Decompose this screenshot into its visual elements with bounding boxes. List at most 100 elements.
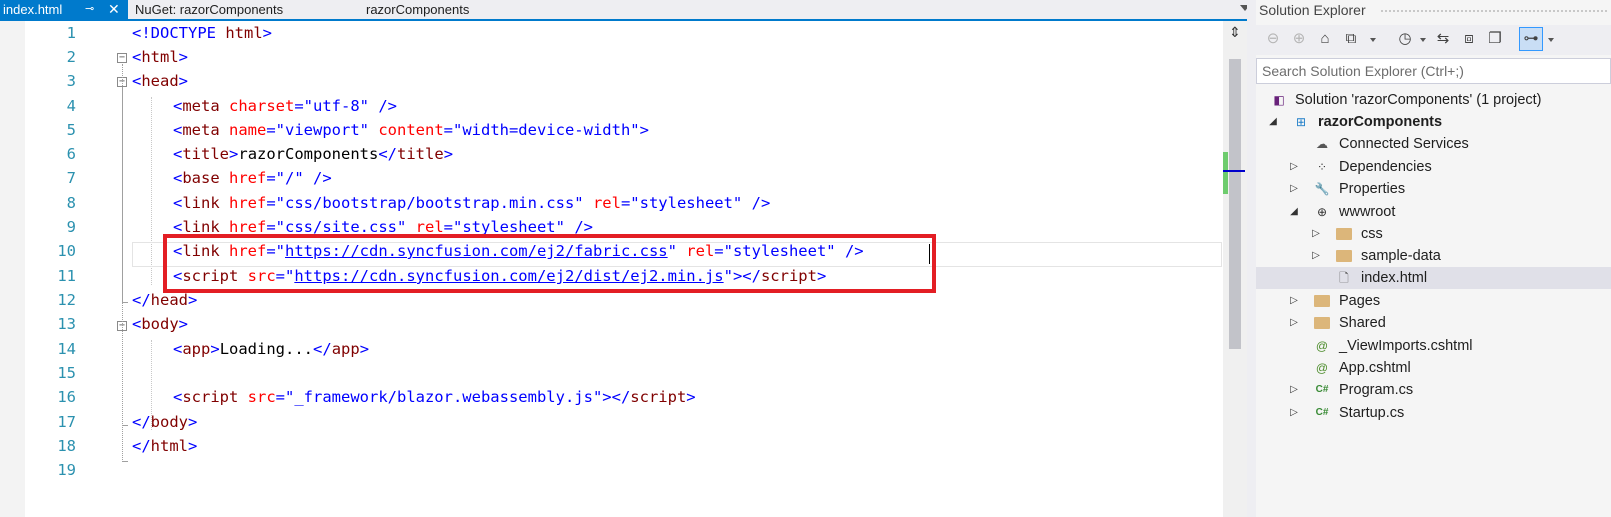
dependencies-icon: ⁘ xyxy=(1316,160,1328,174)
razor-file-icon: @ xyxy=(1315,339,1329,353)
expanded-arrow-icon[interactable]: ◢ xyxy=(1288,201,1300,223)
code-line-2: <html> xyxy=(132,48,189,66)
folder-icon xyxy=(1314,315,1330,331)
tree-item-startup-cs[interactable]: ▷ C# Startup.cs xyxy=(1256,402,1611,424)
panel-title: Solution Explorer xyxy=(1259,2,1366,18)
collapsed-arrow-icon[interactable]: ▷ xyxy=(1310,245,1322,267)
tree-item-program-cs[interactable]: ▷ C# Program.cs xyxy=(1256,379,1611,401)
code-line-4: <meta charset="utf-8" /> xyxy=(173,97,397,115)
tree-item-css[interactable]: ▷ css xyxy=(1256,223,1611,245)
caret-position-marker xyxy=(1223,170,1245,172)
csharp-file-icon: C# xyxy=(1315,384,1329,395)
tree-item-sample-data[interactable]: ▷ sample-data xyxy=(1256,245,1611,267)
panel-splitter[interactable] xyxy=(1247,0,1256,517)
panel-grip[interactable] xyxy=(1380,9,1608,13)
web-project-icon: ⊞ xyxy=(1295,115,1307,129)
collapsed-arrow-icon[interactable]: ▷ xyxy=(1288,178,1300,200)
expanded-arrow-icon[interactable]: ◢ xyxy=(1267,111,1279,133)
code-line-16: <script src="_framework/blazor.webassemb… xyxy=(173,388,696,406)
chevron-down-icon[interactable] xyxy=(1420,38,1426,42)
collapsed-arrow-icon[interactable]: ▷ xyxy=(1288,156,1300,178)
collapsed-arrow-icon[interactable]: ▷ xyxy=(1310,223,1322,245)
line-number: 12 xyxy=(57,291,76,309)
folder-icon xyxy=(1336,226,1352,242)
tree-item-pages[interactable]: ▷ Pages xyxy=(1256,290,1611,312)
tree-item-solution[interactable]: ◧ Solution 'razorComponents' (1 project) xyxy=(1256,89,1611,111)
tab-nuget[interactable]: NuGet: razorComponents razorComponents xyxy=(133,0,469,19)
properties-glyph-icon: ⊶ xyxy=(1523,30,1539,47)
tree-item-viewimports[interactable]: @ _ViewImports.cshtml xyxy=(1256,335,1611,357)
show-all-files-icon[interactable]: ❐ xyxy=(1484,28,1506,50)
folder-icon xyxy=(1336,248,1352,264)
line-number: 17 xyxy=(57,413,76,431)
line-number: 11 xyxy=(57,267,76,285)
split-window-icon[interactable]: ⇕ xyxy=(1227,24,1243,42)
line-number: 14 xyxy=(57,340,76,358)
tab-project-label: razorComponents xyxy=(366,2,470,17)
razor-file-icon: @ xyxy=(1315,361,1329,375)
line-number: 15 xyxy=(57,364,76,382)
switch-views-icon[interactable]: ⧉ xyxy=(1340,28,1362,50)
line-number: 19 xyxy=(57,461,76,479)
change-marker xyxy=(1223,152,1228,194)
tree-item-wwwroot[interactable]: ◢ ⊕ wwwroot xyxy=(1256,201,1611,223)
line-number: 13 xyxy=(57,315,76,333)
collapsed-arrow-icon[interactable]: ▷ xyxy=(1288,312,1300,334)
solution-explorer-panel: Solution Explorer ⊖ ⊕ ⌂ ⧉ ◷ ⇆ ⧈ ❐ ⊶ Sear… xyxy=(1256,0,1611,517)
line-number: 2 xyxy=(66,48,76,66)
code-editor[interactable]: 1 2 3 4 5 6 7 8 9 10 11 12 13 14 15 16 1… xyxy=(0,21,1247,517)
tree-item-dependencies[interactable]: ▷ ⁘ Dependencies xyxy=(1256,156,1611,178)
home-icon[interactable]: ⌂ xyxy=(1314,28,1336,50)
chevron-down-icon[interactable] xyxy=(1370,38,1376,42)
indicator-margin xyxy=(0,21,25,517)
line-number: 8 xyxy=(66,194,76,212)
line-number: 18 xyxy=(57,437,76,455)
collapsed-arrow-icon[interactable]: ▷ xyxy=(1288,379,1300,401)
line-number: 3 xyxy=(66,72,76,90)
csharp-file-icon: C# xyxy=(1315,407,1329,418)
collapsed-arrow-icon[interactable]: ▷ xyxy=(1288,290,1300,312)
annotation-highlight-box xyxy=(163,234,936,293)
outline-guide-end xyxy=(122,461,128,462)
line-number: 9 xyxy=(66,218,76,236)
tab-label: index.html xyxy=(3,2,63,17)
tab-index-html[interactable]: index.html ⊸ ✕ xyxy=(0,0,128,19)
back-icon[interactable]: ⊖ xyxy=(1262,28,1284,50)
search-input[interactable]: Search Solution Explorer (Ctrl+;) xyxy=(1256,58,1611,84)
line-number: 1 xyxy=(66,24,76,42)
collapse-all-icon[interactable]: ⧈ xyxy=(1458,28,1480,50)
close-icon[interactable]: ✕ xyxy=(108,0,120,19)
tree-item-properties[interactable]: ▷ 🔧 Properties xyxy=(1256,178,1611,200)
tree-item-connected-services[interactable]: ☁ Connected Services xyxy=(1256,133,1611,155)
pending-changes-icon[interactable]: ◷ xyxy=(1394,28,1416,50)
line-number: 4 xyxy=(66,97,76,115)
globe-icon: ⊕ xyxy=(1316,205,1328,219)
tree-item-shared[interactable]: ▷ Shared xyxy=(1256,312,1611,334)
outline-guide-end xyxy=(122,302,128,303)
folder-icon xyxy=(1314,293,1330,309)
collapse-icon[interactable]: − xyxy=(117,53,127,63)
chevron-down-icon[interactable] xyxy=(1548,38,1554,42)
line-number: 7 xyxy=(66,169,76,187)
code-line-17: </body> xyxy=(132,413,198,431)
tree-item-index-html[interactable]: 🗋 index.html xyxy=(1256,267,1611,289)
code-line-5: <meta name="viewport" content="width=dev… xyxy=(173,121,649,139)
line-number: 16 xyxy=(57,388,76,406)
forward-icon[interactable]: ⊕ xyxy=(1288,28,1310,50)
scrollbar-thumb[interactable] xyxy=(1229,59,1241,349)
solution-tree: ◧ Solution 'razorComponents' (1 project)… xyxy=(1256,88,1611,517)
code-line-8: <link href="css/bootstrap/bootstrap.min.… xyxy=(173,194,771,212)
pin-icon[interactable]: ⊸ xyxy=(85,0,94,19)
tree-item-project[interactable]: ◢ ⊞ razorComponents xyxy=(1256,111,1611,133)
tree-item-app-cshtml[interactable]: @ App.cshtml xyxy=(1256,357,1611,379)
collapsed-arrow-icon[interactable]: ▷ xyxy=(1288,402,1300,424)
vs-solution-icon: ◧ xyxy=(1273,93,1285,107)
sync-icon[interactable]: ⇆ xyxy=(1432,28,1454,50)
code-line-7: <base href="/" /> xyxy=(173,169,332,187)
line-number: 6 xyxy=(66,145,76,163)
line-number: 5 xyxy=(66,121,76,139)
editor-tab-strip: index.html ⊸ ✕ NuGet: razorComponents ra… xyxy=(0,0,1263,21)
outline-guide xyxy=(122,88,123,303)
html-file-icon: 🗋 xyxy=(1339,271,1349,285)
tab-label: NuGet: razorComponents xyxy=(135,2,284,17)
